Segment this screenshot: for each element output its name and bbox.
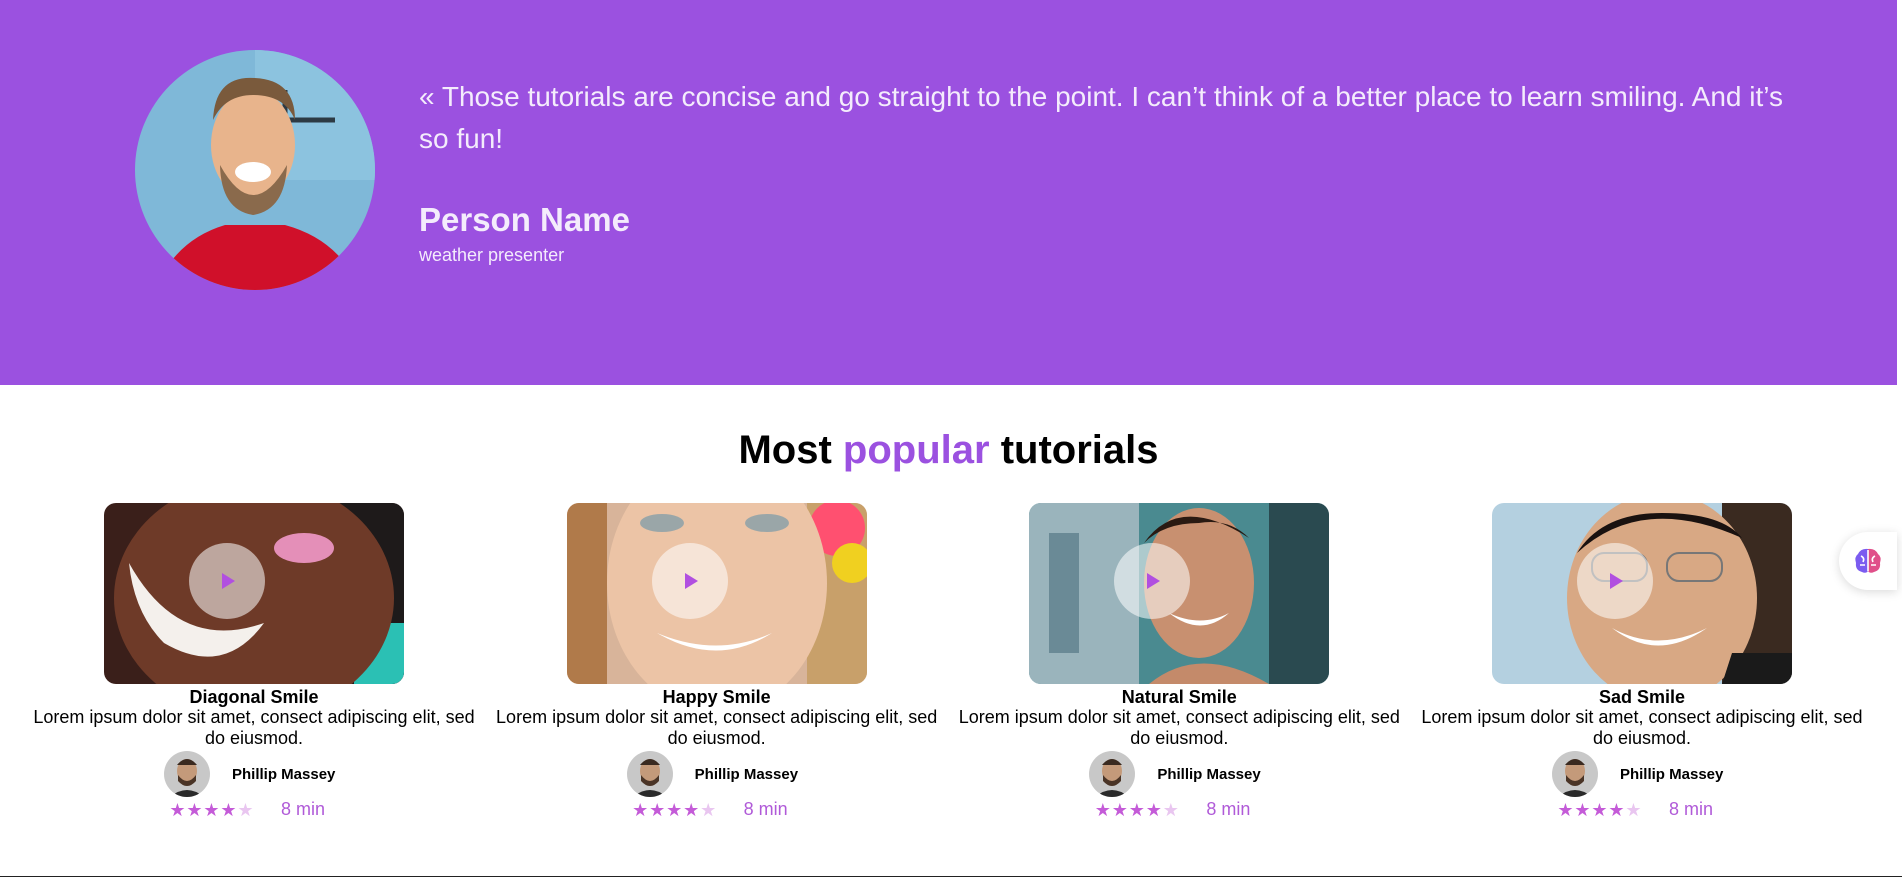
play-icon bbox=[1609, 573, 1623, 589]
author-avatar bbox=[1089, 751, 1136, 797]
testimonial-person-name: Person Name bbox=[419, 201, 630, 238]
star-icon: ★ bbox=[666, 799, 683, 820]
brain-icon bbox=[1855, 548, 1881, 573]
title-word-most: Most bbox=[738, 428, 832, 472]
star-icon: ★ bbox=[700, 799, 717, 820]
duration: 8 min bbox=[1668, 799, 1713, 819]
duration: 8 min bbox=[743, 799, 788, 819]
card-author: Phillip Massey bbox=[1512, 751, 1772, 797]
play-button[interactable] bbox=[189, 543, 265, 619]
tutorial-thumbnail[interactable] bbox=[1491, 503, 1792, 684]
card-description: Lorem ipsum dolor sit amet, consect adip… bbox=[958, 707, 1400, 748]
tutorial-thumbnail[interactable] bbox=[104, 503, 404, 684]
star-icon: ★ bbox=[632, 799, 649, 820]
star-icon: ★ bbox=[220, 799, 237, 820]
card-title[interactable]: Happy Smile bbox=[663, 687, 771, 707]
testimonial-quote: « Those tutorials are concise and go str… bbox=[419, 81, 1783, 154]
testimonial-person-role: weather presenter bbox=[419, 245, 565, 265]
author-avatar bbox=[626, 751, 673, 797]
star-icon: ★ bbox=[1608, 799, 1625, 820]
duration: 8 min bbox=[281, 799, 326, 819]
author-avatar bbox=[164, 751, 210, 797]
play-icon bbox=[1147, 573, 1161, 589]
card-author: Phillip Massey bbox=[124, 751, 384, 797]
star-icon: ★ bbox=[1145, 799, 1162, 820]
title-word-tutorials: tutorials bbox=[1000, 428, 1159, 472]
rating-stars: ★ ★ ★ ★ ★ bbox=[1557, 801, 1642, 819]
tutorial-card[interactable]: Happy Smile Lorem ipsum dolor sit amet, … bbox=[492, 503, 942, 823]
card-title[interactable]: Sad Smile bbox=[1599, 687, 1685, 707]
star-icon: ★ bbox=[1128, 799, 1145, 820]
title-word-accent: popular bbox=[842, 428, 990, 472]
author-name: Phillip Massey bbox=[1157, 765, 1261, 783]
card-author: Phillip Massey bbox=[587, 751, 847, 797]
testimonial-section: « Those tutorials are concise and go str… bbox=[0, 0, 1897, 385]
star-icon: ★ bbox=[186, 799, 203, 820]
star-icon: ★ bbox=[1625, 799, 1642, 820]
card-title[interactable]: Natural Smile bbox=[1122, 687, 1237, 707]
tutorial-card[interactable]: Sad Smile Lorem ipsum dolor sit amet, co… bbox=[1417, 503, 1867, 823]
card-title[interactable]: Diagonal Smile bbox=[189, 687, 318, 707]
card-description: Lorem ipsum dolor sit amet, consect adip… bbox=[1421, 707, 1863, 748]
play-icon bbox=[684, 573, 698, 589]
star-icon: ★ bbox=[203, 799, 220, 820]
author-name: Phillip Massey bbox=[232, 765, 336, 783]
star-icon: ★ bbox=[683, 799, 700, 820]
author-name: Phillip Massey bbox=[694, 765, 799, 783]
card-meta: ★ ★ ★ ★ ★ 8 min bbox=[1512, 799, 1772, 820]
card-description: Lorem ipsum dolor sit amet, consect adip… bbox=[496, 707, 938, 748]
play-icon bbox=[222, 573, 235, 589]
tutorial-card[interactable]: Natural Smile Lorem ipsum dolor sit amet… bbox=[954, 503, 1404, 823]
section-title: Most popular tutorials bbox=[0, 426, 1897, 474]
rating-stars: ★ ★ ★ ★ ★ bbox=[169, 801, 254, 819]
tutorial-thumbnail[interactable] bbox=[566, 503, 867, 684]
tutorial-card[interactable]: Diagonal Smile Lorem ipsum dolor sit ame… bbox=[29, 503, 479, 823]
star-icon: ★ bbox=[237, 799, 254, 820]
star-icon: ★ bbox=[1574, 799, 1591, 820]
card-meta: ★ ★ ★ ★ ★ 8 min bbox=[1049, 799, 1309, 820]
star-icon: ★ bbox=[1111, 799, 1128, 820]
card-meta: ★ ★ ★ ★ ★ 8 min bbox=[587, 799, 847, 820]
play-button[interactable] bbox=[651, 543, 728, 619]
star-icon: ★ bbox=[169, 799, 186, 820]
rating-stars: ★ ★ ★ ★ ★ bbox=[632, 801, 717, 819]
tutorial-thumbnail[interactable] bbox=[1029, 503, 1330, 684]
duration: 8 min bbox=[1206, 799, 1251, 819]
star-icon: ★ bbox=[1557, 799, 1574, 820]
card-meta: ★ ★ ★ ★ ★ 8 min bbox=[124, 799, 384, 820]
play-button[interactable] bbox=[1114, 543, 1191, 619]
floating-assistant-button[interactable] bbox=[1839, 532, 1897, 590]
testimonial-avatar bbox=[135, 50, 375, 290]
author-name: Phillip Massey bbox=[1619, 765, 1724, 783]
star-icon: ★ bbox=[649, 799, 666, 820]
star-icon: ★ bbox=[1094, 799, 1111, 820]
card-description: Lorem ipsum dolor sit amet, consect adip… bbox=[33, 707, 475, 748]
author-avatar bbox=[1551, 751, 1598, 797]
star-icon: ★ bbox=[1162, 799, 1179, 820]
card-author: Phillip Massey bbox=[1049, 751, 1309, 797]
play-button[interactable] bbox=[1576, 543, 1653, 619]
star-icon: ★ bbox=[1591, 799, 1608, 820]
tutorial-cards: Diagonal Smile Lorem ipsum dolor sit ame… bbox=[29, 503, 1867, 823]
rating-stars: ★ ★ ★ ★ ★ bbox=[1094, 801, 1179, 819]
